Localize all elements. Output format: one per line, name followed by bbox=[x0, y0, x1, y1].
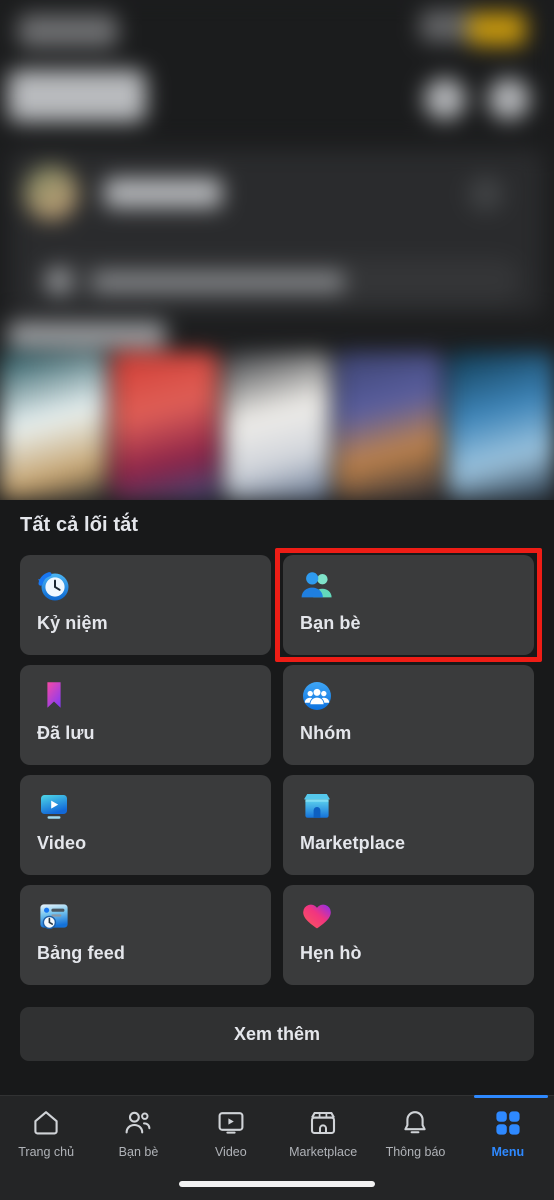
blurred-page-title bbox=[18, 14, 118, 48]
blurred-content bbox=[0, 0, 554, 500]
shortcut-label: Marketplace bbox=[300, 833, 406, 853]
blurred-story-card bbox=[336, 352, 442, 500]
nav-label: Marketplace bbox=[289, 1145, 358, 1159]
section-title: Tất cả lối tắt bbox=[20, 514, 139, 536]
groups-circle-icon bbox=[300, 679, 334, 713]
home-indicator-bar bbox=[179, 1181, 375, 1187]
all-shortcuts-section: Tất cả lối tắt Kỷ niệm Bạn bè Đã lưu Nhó… bbox=[0, 500, 554, 1095]
nav-item-home[interactable]: Trang chủ bbox=[0, 1108, 92, 1159]
nav-label: Video bbox=[214, 1145, 247, 1159]
blurred-profile-name bbox=[104, 178, 222, 208]
shortcut-label: Video bbox=[37, 833, 87, 853]
active-tab-indicator bbox=[473, 1095, 548, 1098]
blurred-subtitle bbox=[8, 70, 146, 122]
nav-item-marketplace[interactable]: Marketplace bbox=[277, 1108, 369, 1159]
marketplace-icon bbox=[308, 1108, 338, 1138]
dating-heart-icon bbox=[300, 899, 334, 933]
blurred-field-text bbox=[92, 272, 344, 292]
saved-bookmark-icon bbox=[37, 679, 71, 713]
menu-grid-icon bbox=[493, 1108, 523, 1138]
shortcuts-grid: Kỷ niệm Bạn bè Đã lưu Nhóm Video Marketp… bbox=[20, 548, 542, 985]
blurred-story-card bbox=[448, 352, 554, 500]
shortcut-label: Bạn bè bbox=[300, 613, 361, 633]
shortcut-tile-video[interactable]: Video bbox=[20, 775, 271, 875]
shortcut-tile-dating[interactable]: Hẹn hò bbox=[283, 885, 534, 985]
see-more-button[interactable]: Xem thêm bbox=[20, 1007, 534, 1061]
home-icon bbox=[31, 1108, 61, 1138]
facebook-menu-screen: Tất cả lối tắt Kỷ niệm Bạn bè Đã lưu Nhó… bbox=[0, 0, 554, 1200]
nav-item-video[interactable]: Video bbox=[185, 1108, 277, 1159]
blurred-section-label bbox=[8, 322, 166, 348]
nav-label: Bạn bè bbox=[118, 1145, 159, 1159]
bottom-navigation-bar: Trang chủ Bạn bè Video Marketplace Thông… bbox=[0, 1095, 554, 1200]
blurred-more-button bbox=[468, 176, 504, 212]
shortcut-tile-friends[interactable]: Bạn bè bbox=[275, 548, 542, 662]
memories-clock-icon bbox=[37, 569, 71, 603]
video-icon bbox=[216, 1108, 246, 1138]
shortcut-label: Nhóm bbox=[300, 723, 352, 743]
shortcut-tile-saved[interactable]: Đã lưu bbox=[20, 665, 271, 765]
shortcut-tile-memories[interactable]: Kỷ niệm bbox=[20, 555, 271, 655]
blurred-gold-badge bbox=[468, 12, 526, 46]
nav-item-notifications[interactable]: Thông báo bbox=[369, 1108, 461, 1159]
friends-people-icon bbox=[300, 569, 334, 603]
friends-icon bbox=[123, 1108, 153, 1138]
nav-item-friends[interactable]: Bạn bè bbox=[92, 1108, 184, 1159]
nav-item-menu[interactable]: Menu bbox=[462, 1095, 554, 1159]
shortcut-tile-marketplace[interactable]: Marketplace bbox=[283, 775, 534, 875]
blurred-header-button bbox=[488, 78, 530, 120]
blurred-header-button bbox=[424, 78, 466, 120]
shortcut-label: Hẹn hò bbox=[300, 943, 362, 963]
shortcut-label: Kỷ niệm bbox=[37, 613, 108, 633]
blurred-story-strip bbox=[0, 352, 554, 500]
blurred-avatar bbox=[24, 166, 78, 220]
nav-label: Thông báo bbox=[385, 1145, 446, 1159]
blurred-field-icon bbox=[46, 268, 72, 294]
video-play-icon bbox=[37, 789, 71, 823]
blurred-story-card bbox=[224, 352, 330, 500]
nav-label: Trang chủ bbox=[18, 1145, 75, 1159]
bell-icon bbox=[400, 1108, 430, 1138]
shortcut-label: Đã lưu bbox=[37, 723, 95, 743]
blurred-story-card bbox=[112, 352, 218, 500]
shortcut-label: Bảng feed bbox=[37, 943, 125, 963]
blurred-header-region bbox=[0, 0, 554, 500]
shortcut-tile-feeds[interactable]: Bảng feed bbox=[20, 885, 271, 985]
nav-label: Menu bbox=[491, 1145, 525, 1159]
feeds-card-clock-icon bbox=[37, 899, 71, 933]
shortcut-tile-groups[interactable]: Nhóm bbox=[283, 665, 534, 765]
marketplace-shop-icon bbox=[300, 789, 334, 823]
blurred-story-card bbox=[0, 352, 106, 500]
